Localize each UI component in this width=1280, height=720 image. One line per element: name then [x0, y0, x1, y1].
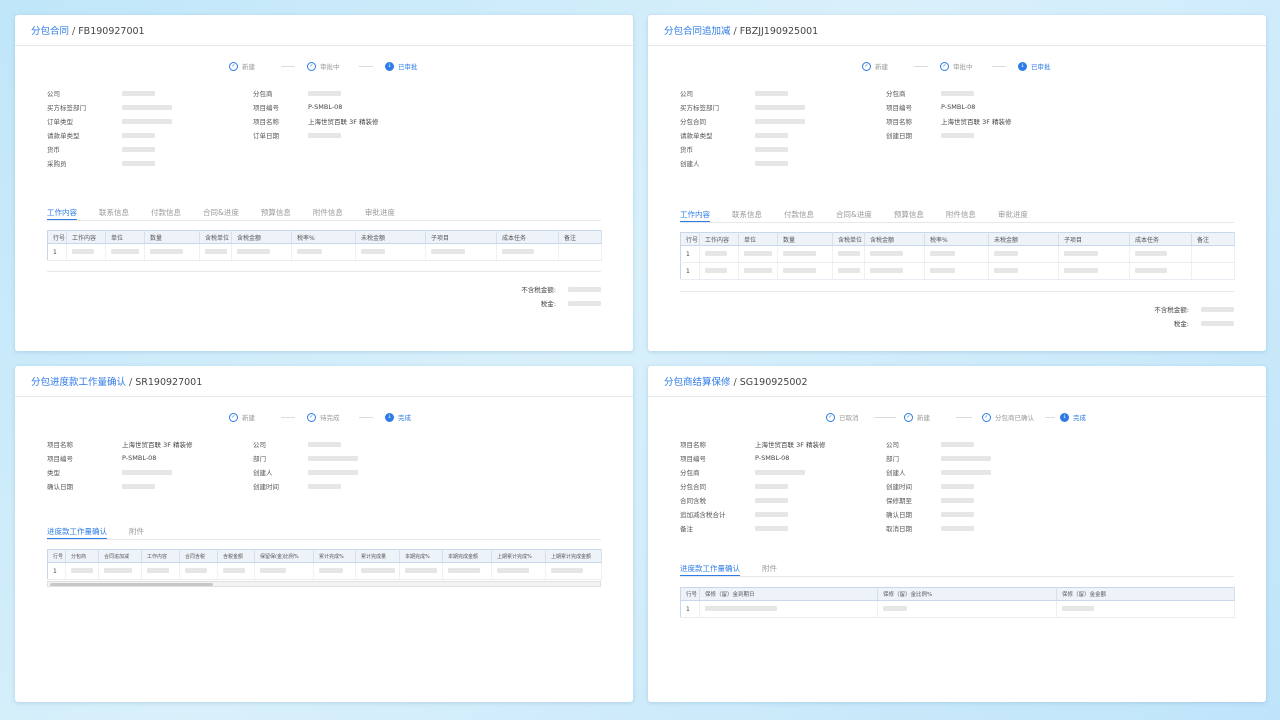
step-new: ✓ 新建 [229, 60, 255, 72]
tab-work-content[interactable]: 工作内容 [47, 207, 77, 220]
step-complete: ↓ 完成 [1060, 411, 1086, 423]
check-circle-icon: ✓ [904, 412, 913, 422]
info-fields-right: 公司 部门 创建人 创建时间 [253, 437, 358, 493]
breadcrumb-link[interactable]: 分包合同追加减 [664, 26, 731, 37]
scrollbar-thumb[interactable] [50, 583, 213, 586]
work-content-table: 行号 工作内容 单位 数量 含税单位 含税金额 税率% 未税金额 子项目 成本任务 备注 1 1 [680, 232, 1235, 280]
info-fields-left: 项目名称 上海世贸百联 3F 精装修 项目编号 P-SMBL-08 分包商 分包合同… [680, 441, 826, 533]
tab-progress-confirmation[interactable]: 进度款工作量确认 [47, 526, 107, 539]
approval-steps: ✓ 已取消 ✓ 新建 ✓ 分包商已确认 ↓ 完成 [648, 411, 1266, 423]
warranty-settlement-card: 分包商结算保修 / SG190925002 ✓ 已取消 ✓ 新建 ✓ 分包商已确认 ↓ 完成… [648, 366, 1266, 702]
tab-contact[interactable]: 联系信息 [732, 209, 762, 222]
step-new: ✓ 新建 [229, 411, 255, 423]
tab-approval-progress[interactable]: 审批进度 [365, 207, 395, 220]
check-circle-icon: ✓ [229, 412, 238, 422]
table-row[interactable]: 1 [680, 245, 1235, 263]
step-new: ✓ 新建 [862, 60, 888, 72]
table-row[interactable]: 1 [680, 262, 1235, 280]
subcontract-card: 分包合同 / FB190927001 ✓ 新建 ✓ 审批中 ↓ 已审批 公司 买方标签部门… [15, 15, 633, 351]
subcontract-adjustment-card: 分包合同追加减 / FBZJJ190925001 ✓ 新建 ✓ 审批中 ↓ 已审批 公司 … [648, 15, 1266, 351]
breadcrumb-link[interactable]: 分包合同 [31, 26, 69, 37]
breadcrumb: 分包合同 / FB190927001 [15, 15, 633, 46]
info-fields-left: 公司 买方标签部门 订单类型 请款单类型 货币 采购员 [47, 86, 172, 170]
document-code: SR190927001 [135, 377, 203, 388]
detail-tabs: 进度款工作量确认 附件 [680, 563, 1234, 577]
tab-contract-progress[interactable]: 合同&进度 [836, 209, 872, 222]
tab-budget[interactable]: 预算信息 [261, 207, 291, 220]
info-fields-right: 分包商 项目编号 P-SMBL-08 项目名称 上海世贸百联 3F 精装修 创建日期 [886, 90, 1012, 140]
tab-payment[interactable]: 付款信息 [784, 209, 814, 222]
work-content-table: 行号 工作内容 单位 数量 含税单位 含税金额 税率% 未税金额 子项目 成本任务 备注 1 [47, 230, 602, 261]
tab-progress-confirmation[interactable]: 进度款工作量确认 [680, 563, 740, 576]
approval-steps: ✓ 新建 ✓ 审批中 ↓ 已审批 [15, 60, 633, 72]
tab-contract-progress[interactable]: 合同&进度 [203, 207, 239, 220]
info-fields-right: 公司 部门 创建人 创建时间 保修期至 确认日期 取消日期 [886, 437, 991, 535]
breadcrumb: 分包进度款工作量确认 / SR190927001 [15, 366, 633, 397]
progress-table: 行号 分包商 合同追加减 工作内容 合同含税 含税金额 保留保(金)比例% 累计完成% 累计完成… [47, 549, 602, 580]
check-circle-icon: ✓ [307, 61, 316, 71]
check-circle-icon: ✓ [307, 412, 316, 422]
check-circle-icon: ✓ [229, 61, 238, 71]
breadcrumb: 分包合同追加减 / FBZJJ190925001 [648, 15, 1266, 46]
progress-confirmation-card: 分包进度款工作量确认 / SR190927001 ✓ 新建 ✓ 待完成 ↓ 完成 项目名称… [15, 366, 633, 702]
document-code: FBZJJ190925001 [739, 26, 819, 37]
table-row[interactable]: 1 [47, 243, 602, 261]
document-code: FB190927001 [78, 26, 145, 37]
step-complete: ↓ 完成 [385, 411, 411, 423]
step-cancelled: ✓ 已取消 [826, 411, 859, 423]
tab-attachments[interactable]: 附件信息 [946, 209, 976, 222]
warranty-table: 行号 保修（留）金到期日 保修（留）金比例% 保修（留）金金额 1 [680, 587, 1235, 618]
breadcrumb-link[interactable]: 分包商结算保修 [664, 377, 731, 388]
breadcrumb: 分包商结算保修 / SG190925002 [648, 366, 1266, 397]
detail-tabs: 工作内容 联系信息 付款信息 合同&进度 预算信息 附件信息 审批进度 [680, 209, 1234, 223]
tab-attachments[interactable]: 附件 [762, 563, 777, 576]
check-circle-icon: ✓ [826, 412, 835, 422]
check-circle-icon: ✓ [940, 61, 949, 71]
summary-tax: 税金: [541, 298, 601, 308]
step-confirmed: ✓ 分包商已确认 [982, 411, 1034, 423]
document-code: SG190925002 [739, 377, 808, 388]
step-approving: ✓ 审批中 [307, 60, 340, 72]
summary-untaxed: 不含税金额: [521, 284, 601, 294]
detail-tabs: 工作内容 联系信息 付款信息 合同&进度 预算信息 附件信息 审批进度 [47, 207, 601, 221]
table-row[interactable]: 1 [47, 562, 602, 580]
current-step-icon: ↓ [385, 412, 394, 422]
info-fields-left: 公司 买方标签部门 分包合同 请款单类型 货币 创建人 [680, 86, 805, 170]
info-fields-right: 分包商 项目编号 P-SMBL-08 项目名称 上海世贸百联 3F 精装修 订单日期 [253, 90, 379, 140]
summary-untaxed: 不含税金额: [1154, 304, 1234, 314]
tab-contact[interactable]: 联系信息 [99, 207, 129, 220]
summary-tax: 税金: [1174, 318, 1234, 328]
step-approving: ✓ 审批中 [940, 60, 973, 72]
tab-approval-progress[interactable]: 审批进度 [998, 209, 1028, 222]
step-pending: ✓ 待完成 [307, 411, 340, 423]
step-approved: ↓ 已审批 [1018, 60, 1051, 72]
current-step-icon: ↓ [385, 61, 394, 71]
horizontal-scrollbar[interactable] [47, 581, 601, 587]
current-step-icon: ↓ [1018, 61, 1027, 71]
tab-payment[interactable]: 付款信息 [151, 207, 181, 220]
tab-budget[interactable]: 预算信息 [894, 209, 924, 222]
detail-tabs: 进度款工作量确认 附件 [47, 526, 601, 540]
step-approved: ↓ 已审批 [385, 60, 418, 72]
approval-steps: ✓ 新建 ✓ 待完成 ↓ 完成 [15, 411, 633, 423]
approval-steps: ✓ 新建 ✓ 审批中 ↓ 已审批 [648, 60, 1266, 72]
tab-attachments[interactable]: 附件信息 [313, 207, 343, 220]
check-circle-icon: ✓ [982, 412, 991, 422]
current-step-icon: ↓ [1060, 412, 1069, 422]
tab-work-content[interactable]: 工作内容 [680, 209, 710, 222]
check-circle-icon: ✓ [862, 61, 871, 71]
step-new: ✓ 新建 [904, 411, 930, 423]
tab-attachments[interactable]: 附件 [129, 526, 144, 539]
breadcrumb-link[interactable]: 分包进度款工作量确认 [31, 377, 126, 388]
table-row[interactable]: 1 [680, 600, 1235, 618]
info-fields-left: 项目名称 上海世贸百联 3F 精装修 项目编号 P-SMBL-08 类型 确认日期 [47, 441, 193, 491]
